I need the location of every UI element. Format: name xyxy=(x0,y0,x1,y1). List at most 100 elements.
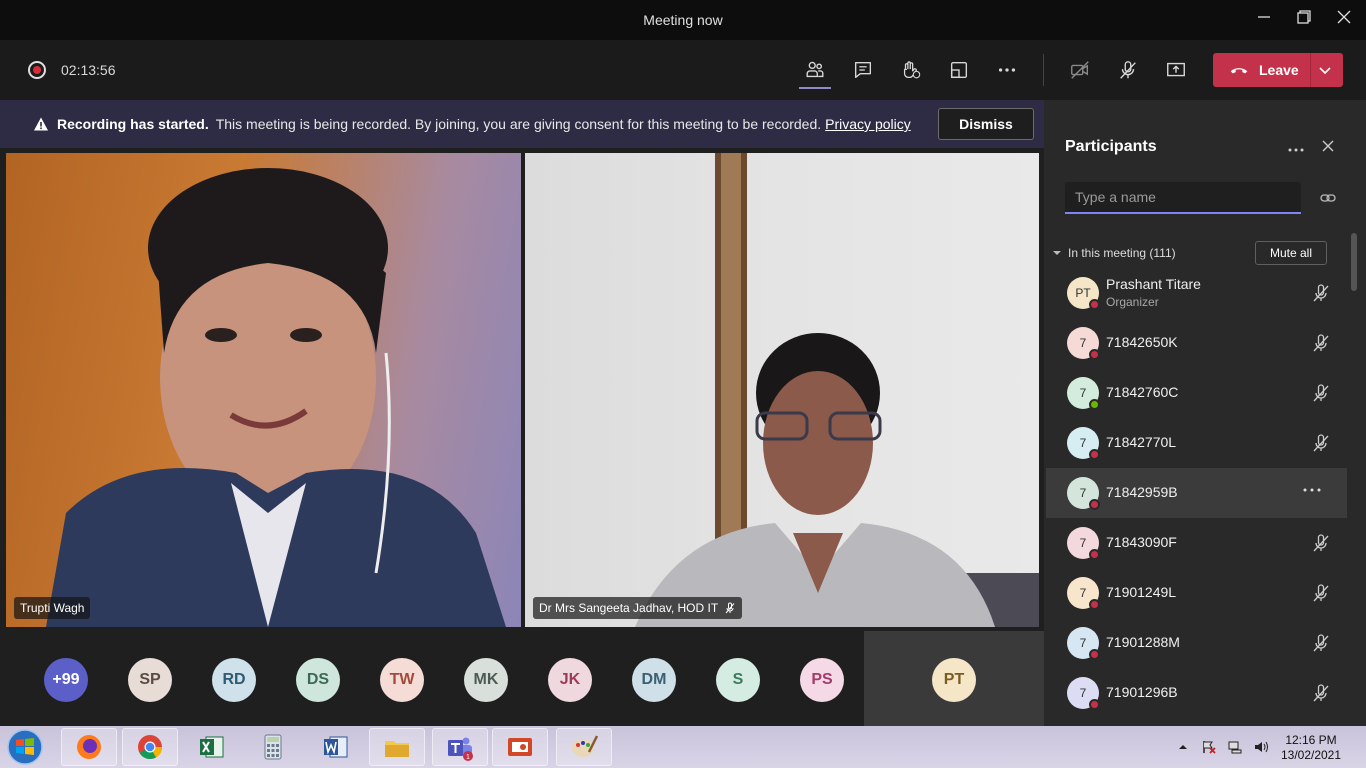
presence-status-icon xyxy=(1089,499,1100,510)
participants-panel: Participants In this meeting (111) Mute … xyxy=(1044,100,1366,726)
participant-row[interactable]: 7 71901296B xyxy=(1046,668,1347,718)
mic-off-icon xyxy=(725,602,735,614)
action-center-icon[interactable] xyxy=(1201,739,1217,755)
participant-avatar[interactable]: S xyxy=(716,658,760,702)
show-conversation-button[interactable] xyxy=(849,56,877,84)
presence-status-icon xyxy=(1089,649,1100,660)
mic-off-icon[interactable] xyxy=(1311,333,1331,353)
participant-row[interactable]: 7 71901288M xyxy=(1046,618,1347,668)
participant-avatar[interactable]: PT xyxy=(932,658,976,702)
folder-icon xyxy=(385,741,409,757)
close-window-button[interactable] xyxy=(1329,8,1359,32)
dismiss-button[interactable]: Dismiss xyxy=(938,108,1034,140)
participant-avatar[interactable]: PS xyxy=(800,658,844,702)
presence-status-icon xyxy=(1089,449,1100,460)
mic-off-icon[interactable] xyxy=(1311,283,1331,303)
excel-icon xyxy=(200,736,224,758)
share-invite-icon[interactable] xyxy=(1320,190,1336,206)
in-meeting-section-header[interactable]: In this meeting (111) xyxy=(1052,246,1176,260)
taskbar-paint[interactable] xyxy=(556,728,612,766)
share-screen-icon xyxy=(1167,62,1185,77)
taskbar-file-explorer[interactable] xyxy=(369,728,425,766)
panel-more-options-button[interactable] xyxy=(1286,138,1306,163)
calculator-icon xyxy=(264,734,282,760)
chevron-down-icon xyxy=(1053,251,1061,255)
mute-all-button[interactable]: Mute all xyxy=(1255,241,1327,265)
taskbar-teams[interactable]: 1 xyxy=(432,728,488,766)
mic-off-icon[interactable] xyxy=(1311,633,1331,653)
video-name-tag: Trupti Wagh xyxy=(14,597,91,619)
participant-row[interactable]: PT Prashant Titare Organizer xyxy=(1046,268,1347,318)
teams-badge: 1 xyxy=(466,754,470,761)
windows-start-icon[interactable] xyxy=(4,727,46,767)
rooms-button[interactable] xyxy=(945,56,973,84)
participant-row[interactable]: 7 71843090F xyxy=(1046,518,1347,568)
teams-meeting-window: Meeting now 02:13:56 Leave Recording has… xyxy=(0,0,1366,768)
mic-off-icon[interactable] xyxy=(1311,583,1331,603)
volume-icon[interactable] xyxy=(1253,739,1269,755)
participant-row[interactable]: 7 71842760C xyxy=(1046,368,1347,418)
participant-avatar[interactable]: DS xyxy=(296,658,340,702)
participant-name: Prashant Titare xyxy=(1106,276,1201,292)
participant-row[interactable]: 7 71842770L xyxy=(1046,418,1347,468)
taskbar-calculator[interactable] xyxy=(245,728,301,766)
participant-avatar[interactable]: TW xyxy=(380,658,424,702)
video-tile-1[interactable]: Trupti Wagh xyxy=(6,153,521,627)
participant-avatar[interactable]: SP xyxy=(128,658,172,702)
chevron-down-icon[interactable] xyxy=(1317,62,1333,78)
minimize-button[interactable] xyxy=(1249,8,1279,32)
participant-name: 71901296B xyxy=(1106,684,1178,700)
presence-status-icon xyxy=(1089,399,1100,410)
banner-message: This meeting is being recorded. By joini… xyxy=(215,116,822,132)
participant-search-input[interactable] xyxy=(1065,182,1301,214)
participant-avatar[interactable]: JK xyxy=(548,658,592,702)
taskbar-powerpoint[interactable] xyxy=(492,728,548,766)
participant-role: Organizer xyxy=(1106,295,1159,309)
restore-button[interactable] xyxy=(1289,8,1319,32)
network-icon[interactable] xyxy=(1227,739,1243,755)
mic-toggle-button[interactable] xyxy=(1114,56,1142,84)
mic-off-icon[interactable] xyxy=(1311,533,1331,553)
title-bar: Meeting now xyxy=(0,0,1366,40)
taskbar-firefox[interactable] xyxy=(61,728,117,766)
participant-avatar[interactable]: RD xyxy=(212,658,256,702)
more-actions-button[interactable] xyxy=(993,56,1021,84)
participant-row[interactable]: 7 71842650K xyxy=(1046,318,1347,368)
participant-more-options-button[interactable] xyxy=(1301,480,1323,505)
chat-icon xyxy=(854,61,872,79)
participant-name: 71901288M xyxy=(1106,634,1180,650)
video-tile-2[interactable]: Dr Mrs Sangeeta Jadhav, HOD IT xyxy=(525,153,1039,627)
panel-scrollbar[interactable] xyxy=(1351,233,1357,291)
taskbar-clock[interactable]: 12:16 PM 13/02/2021 xyxy=(1280,733,1342,763)
share-content-button[interactable] xyxy=(1162,56,1190,84)
participant-avatar[interactable]: DM xyxy=(632,658,676,702)
mic-off-icon[interactable] xyxy=(1311,433,1331,453)
people-icon xyxy=(806,61,824,78)
more-icon xyxy=(998,68,1016,72)
reactions-button[interactable] xyxy=(897,56,925,84)
close-panel-icon[interactable] xyxy=(1320,138,1336,154)
leave-button[interactable]: Leave xyxy=(1213,53,1343,87)
taskbar-word[interactable] xyxy=(308,728,364,766)
participant-avatar[interactable]: +99 xyxy=(44,658,88,702)
breakout-rooms-icon xyxy=(950,61,968,79)
minimize-icon xyxy=(1258,16,1270,18)
leave-divider xyxy=(1310,53,1311,87)
show-hidden-icons-icon[interactable] xyxy=(1175,739,1191,755)
windows-taskbar: 1 12:16 PM 13/02/2021 xyxy=(0,726,1366,768)
participant-avatar[interactable]: MK xyxy=(464,658,508,702)
privacy-policy-link[interactable]: Privacy policy xyxy=(825,116,911,132)
more-icon xyxy=(1288,148,1304,152)
mic-off-icon[interactable] xyxy=(1311,383,1331,403)
mic-off-icon[interactable] xyxy=(1311,683,1331,703)
participant-row[interactable]: 7 71842959B xyxy=(1046,468,1347,518)
camera-off-icon xyxy=(1071,61,1089,79)
participant-row[interactable]: 7 71901249L xyxy=(1046,568,1347,618)
camera-toggle-button[interactable] xyxy=(1066,56,1094,84)
toolbar-divider xyxy=(1043,54,1044,86)
recording-banner: Recording has started. This meeting is b… xyxy=(0,100,1044,148)
participant-name: 71842650K xyxy=(1106,334,1178,350)
show-participants-button[interactable] xyxy=(801,56,829,84)
taskbar-chrome[interactable] xyxy=(122,728,178,766)
taskbar-excel[interactable] xyxy=(184,728,240,766)
